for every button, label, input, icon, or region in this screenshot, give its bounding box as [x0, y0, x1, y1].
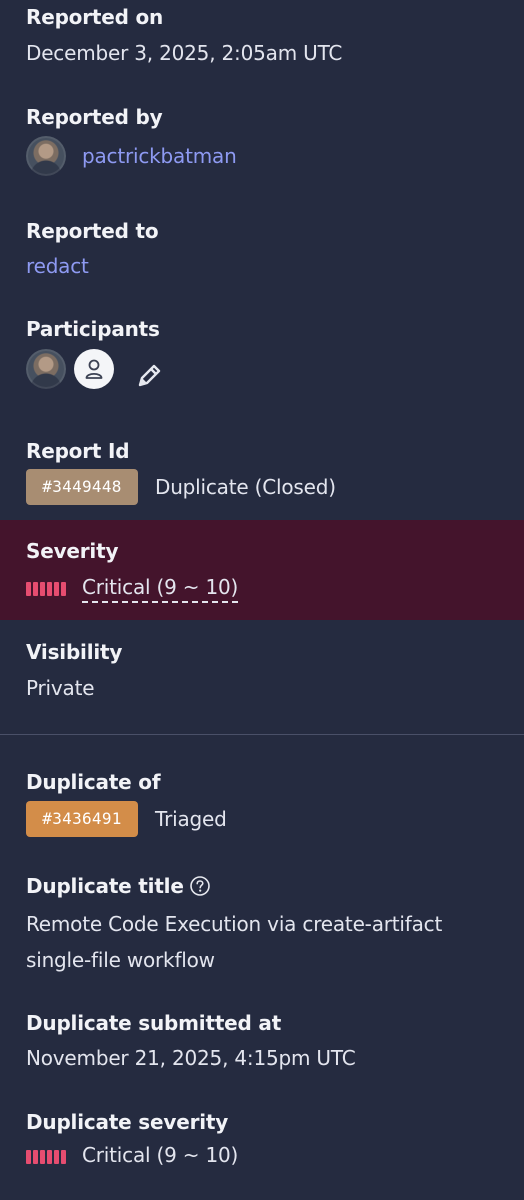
- visibility-value: Private: [26, 676, 95, 700]
- severity-value[interactable]: Critical (9 ~ 10): [82, 575, 238, 603]
- reported-on-label: Reported on: [26, 5, 164, 29]
- reported-by-label: Reported by: [26, 105, 163, 129]
- duplicate-submitted-label: Duplicate submitted at: [26, 1011, 282, 1035]
- duplicate-of-status: Triaged: [155, 807, 227, 831]
- duplicate-title-section: Duplicate title Remote Code Execution vi…: [0, 860, 524, 1005]
- severity-label: Severity: [26, 539, 119, 563]
- reporter-username-link[interactable]: pactrickbatman: [82, 144, 237, 168]
- reported-on-value: December 3, 2025, 2:05am UTC: [26, 41, 343, 65]
- duplicate-of-section: Duplicate of #3436491 Triaged: [0, 735, 524, 860]
- duplicate-title-line1: Remote Code Execution via create-artifac…: [26, 912, 443, 936]
- duplicate-title-label: Duplicate title: [26, 874, 184, 898]
- pencil-icon[interactable]: [134, 361, 164, 391]
- duplicate-of-badge[interactable]: #3436491: [26, 801, 138, 837]
- user-placeholder-icon[interactable]: [74, 349, 114, 389]
- duplicate-severity-meter-icon: [26, 1150, 68, 1164]
- report-id-label: Report Id: [26, 439, 130, 463]
- severity-meter-icon: [26, 582, 68, 596]
- duplicate-submitted-section: Duplicate submitted at November 21, 2025…: [0, 1005, 524, 1105]
- duplicate-title-line2: single-file workflow: [26, 948, 215, 972]
- report-id-section: Report Id #3449448 Duplicate (Closed): [0, 420, 524, 520]
- visibility-section: Visibility Private: [0, 620, 524, 734]
- report-id-badge[interactable]: #3449448: [26, 469, 138, 505]
- duplicate-of-label: Duplicate of: [26, 770, 161, 794]
- visibility-label: Visibility: [26, 640, 123, 664]
- participant-avatar[interactable]: [26, 349, 66, 389]
- reported-on-section: Reported on December 3, 2025, 2:05am UTC: [0, 0, 524, 90]
- help-icon[interactable]: [189, 875, 211, 897]
- participants-label: Participants: [26, 317, 160, 341]
- duplicate-severity-label: Duplicate severity: [26, 1110, 229, 1134]
- duplicate-severity-value: Critical (9 ~ 10): [82, 1143, 239, 1167]
- duplicate-severity-section: Duplicate severity Critical (9 ~ 10): [0, 1105, 524, 1200]
- reported-to-label: Reported to: [26, 219, 159, 243]
- participants-section: Participants: [0, 300, 524, 420]
- report-status: Duplicate (Closed): [155, 475, 336, 499]
- severity-section: Severity Critical (9 ~ 10): [0, 520, 524, 620]
- reporter-avatar[interactable]: [26, 136, 66, 176]
- reported-by-section: Reported by pactrickbatman: [0, 90, 524, 200]
- duplicate-submitted-value: November 21, 2025, 4:15pm UTC: [26, 1046, 356, 1070]
- reported-to-section: Reported to redact: [0, 200, 524, 300]
- reported-to-link[interactable]: redact: [26, 254, 89, 278]
